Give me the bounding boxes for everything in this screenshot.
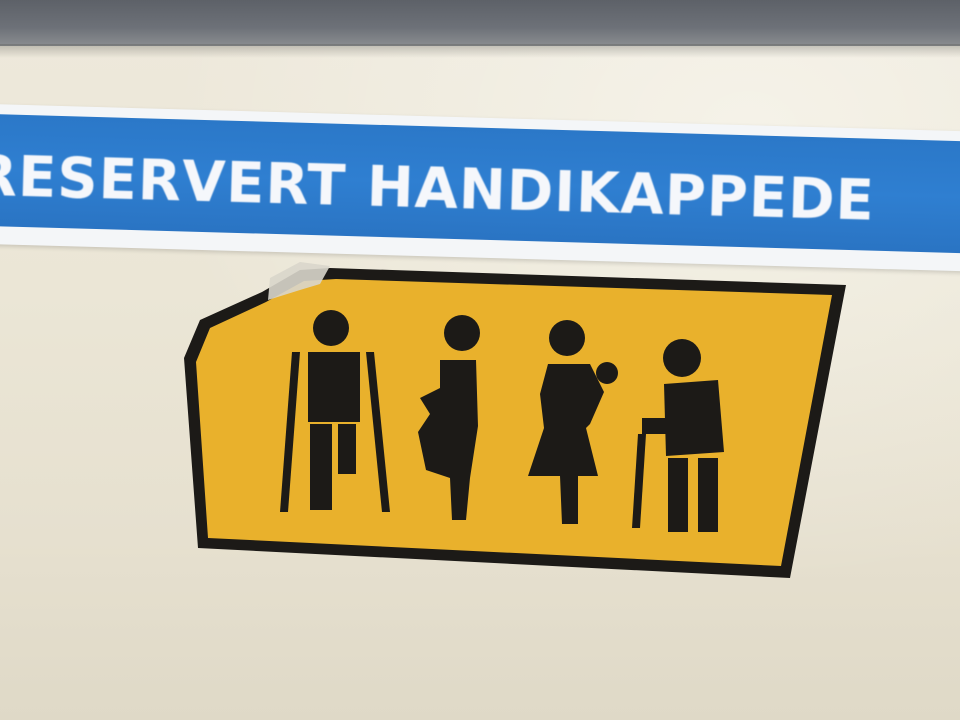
priority-seating-sticker: [184, 262, 846, 578]
photo-scene: RESERVERT HANDIKAPPEDE: [0, 0, 960, 720]
